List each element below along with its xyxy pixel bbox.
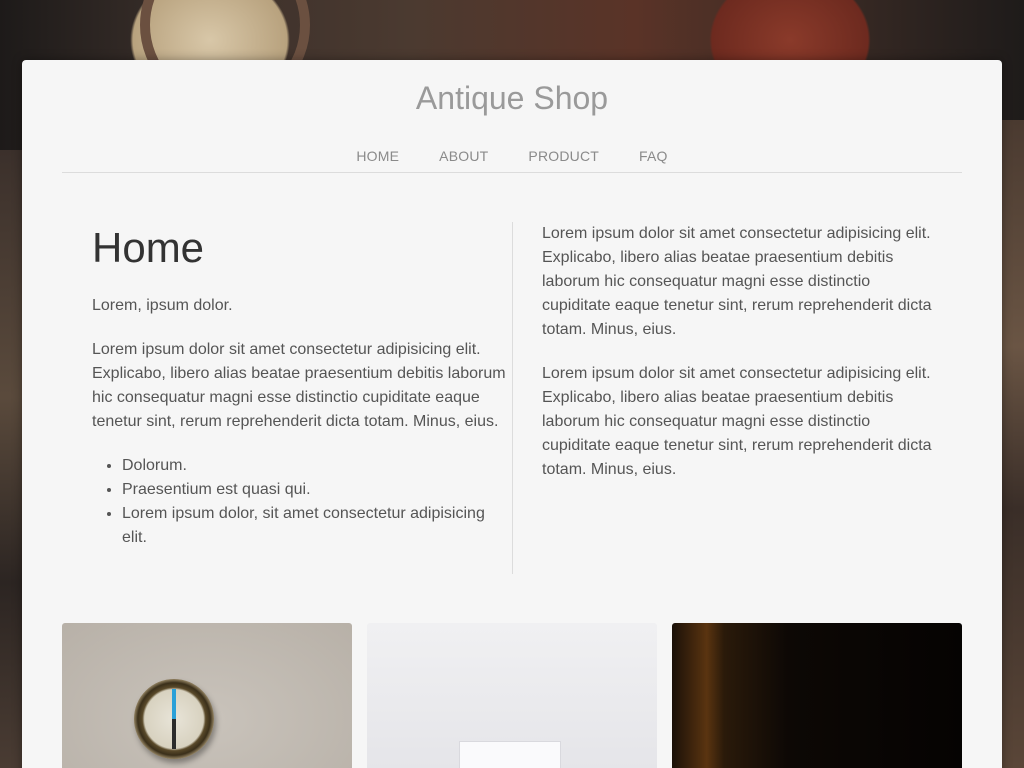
background-left-edge — [0, 150, 22, 768]
list-item: Lorem ipsum dolor, sit amet consectetur … — [122, 502, 512, 550]
compass-needle — [172, 689, 176, 749]
product-tiles — [62, 623, 962, 768]
right-column: Lorem ipsum dolor sit amet consectetur a… — [542, 222, 942, 502]
body-paragraph: Lorem ipsum dolor sit amet consectetur a… — [92, 341, 506, 430]
nav-home[interactable]: HOME — [356, 146, 399, 172]
background-right-edge — [1002, 120, 1024, 768]
compass-icon — [134, 679, 214, 759]
left-column: Home Lorem, ipsum dolor. Lorem ipsum dol… — [92, 222, 512, 550]
main-nav: HOME ABOUT PRODUCT FAQ — [62, 146, 962, 173]
content-card: Antique Shop HOME ABOUT PRODUCT FAQ Home… — [22, 60, 1002, 768]
nav-product[interactable]: PRODUCT — [528, 146, 599, 172]
tile-compass[interactable] — [62, 623, 352, 768]
site-title[interactable]: Antique Shop — [22, 80, 1002, 117]
page-title: Home — [92, 224, 205, 271]
right-paragraph: Lorem ipsum dolor sit amet consectetur a… — [542, 225, 932, 338]
right-paragraph: Lorem ipsum dolor sit amet consectetur a… — [542, 365, 932, 478]
box-icon — [459, 741, 561, 768]
feature-list: Dolorum. Praesentium est quasi qui. Lore… — [122, 454, 512, 550]
column-divider — [512, 222, 513, 574]
nav-faq[interactable]: FAQ — [639, 146, 668, 172]
list-item: Praesentium est quasi qui. — [122, 478, 512, 502]
list-item: Dolorum. — [122, 454, 512, 478]
intro-text: Lorem, ipsum dolor. — [92, 297, 233, 314]
tile-dark-lamp[interactable] — [672, 623, 962, 768]
tile-white-box[interactable] — [367, 623, 657, 768]
nav-about[interactable]: ABOUT — [439, 146, 488, 172]
